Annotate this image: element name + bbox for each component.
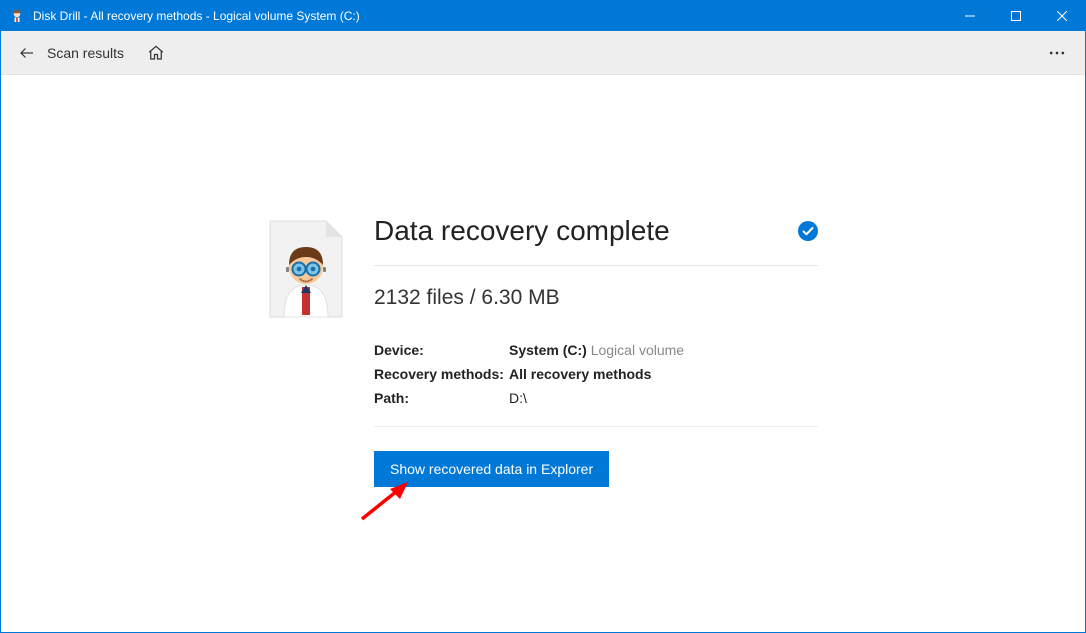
methods-row: Recovery methods: All recovery methods	[374, 362, 818, 386]
close-button[interactable]	[1039, 1, 1085, 31]
app-icon	[9, 8, 25, 24]
path-row: Path: D:\	[374, 386, 818, 410]
maximize-button[interactable]	[993, 1, 1039, 31]
path-label: Path:	[374, 390, 509, 406]
window-title: Disk Drill - All recovery methods - Logi…	[33, 9, 360, 23]
methods-label: Recovery methods:	[374, 366, 509, 382]
result-heading: Data recovery complete	[374, 215, 670, 247]
content-area: Data recovery complete 2132 files / 6.30…	[1, 75, 1085, 632]
more-button[interactable]	[1041, 37, 1073, 69]
back-button[interactable]	[13, 39, 41, 67]
device-label: Device:	[374, 342, 509, 358]
home-button[interactable]	[142, 39, 170, 67]
info-column: Data recovery complete 2132 files / 6.30…	[368, 215, 818, 487]
show-in-explorer-button[interactable]: Show recovered data in Explorer	[374, 451, 609, 487]
result-panel: Data recovery complete 2132 files / 6.30…	[268, 215, 818, 487]
scan-results-label[interactable]: Scan results	[47, 45, 124, 61]
divider	[374, 426, 818, 427]
mascot-column	[268, 215, 368, 487]
app-window: Disk Drill - All recovery methods - Logi…	[0, 0, 1086, 633]
result-summary: 2132 files / 6.30 MB	[374, 266, 818, 338]
mascot-icon	[268, 219, 346, 319]
methods-value: All recovery methods	[509, 366, 651, 382]
path-value: D:\	[509, 390, 527, 406]
minimize-button[interactable]	[947, 1, 993, 31]
device-value: System (C:) Logical volume	[509, 342, 684, 358]
device-row: Device: System (C:) Logical volume	[374, 338, 818, 362]
titlebar: Disk Drill - All recovery methods - Logi…	[1, 1, 1085, 31]
heading-row: Data recovery complete	[374, 215, 818, 265]
success-check-icon	[798, 221, 818, 241]
toolbar: Scan results	[1, 31, 1085, 75]
